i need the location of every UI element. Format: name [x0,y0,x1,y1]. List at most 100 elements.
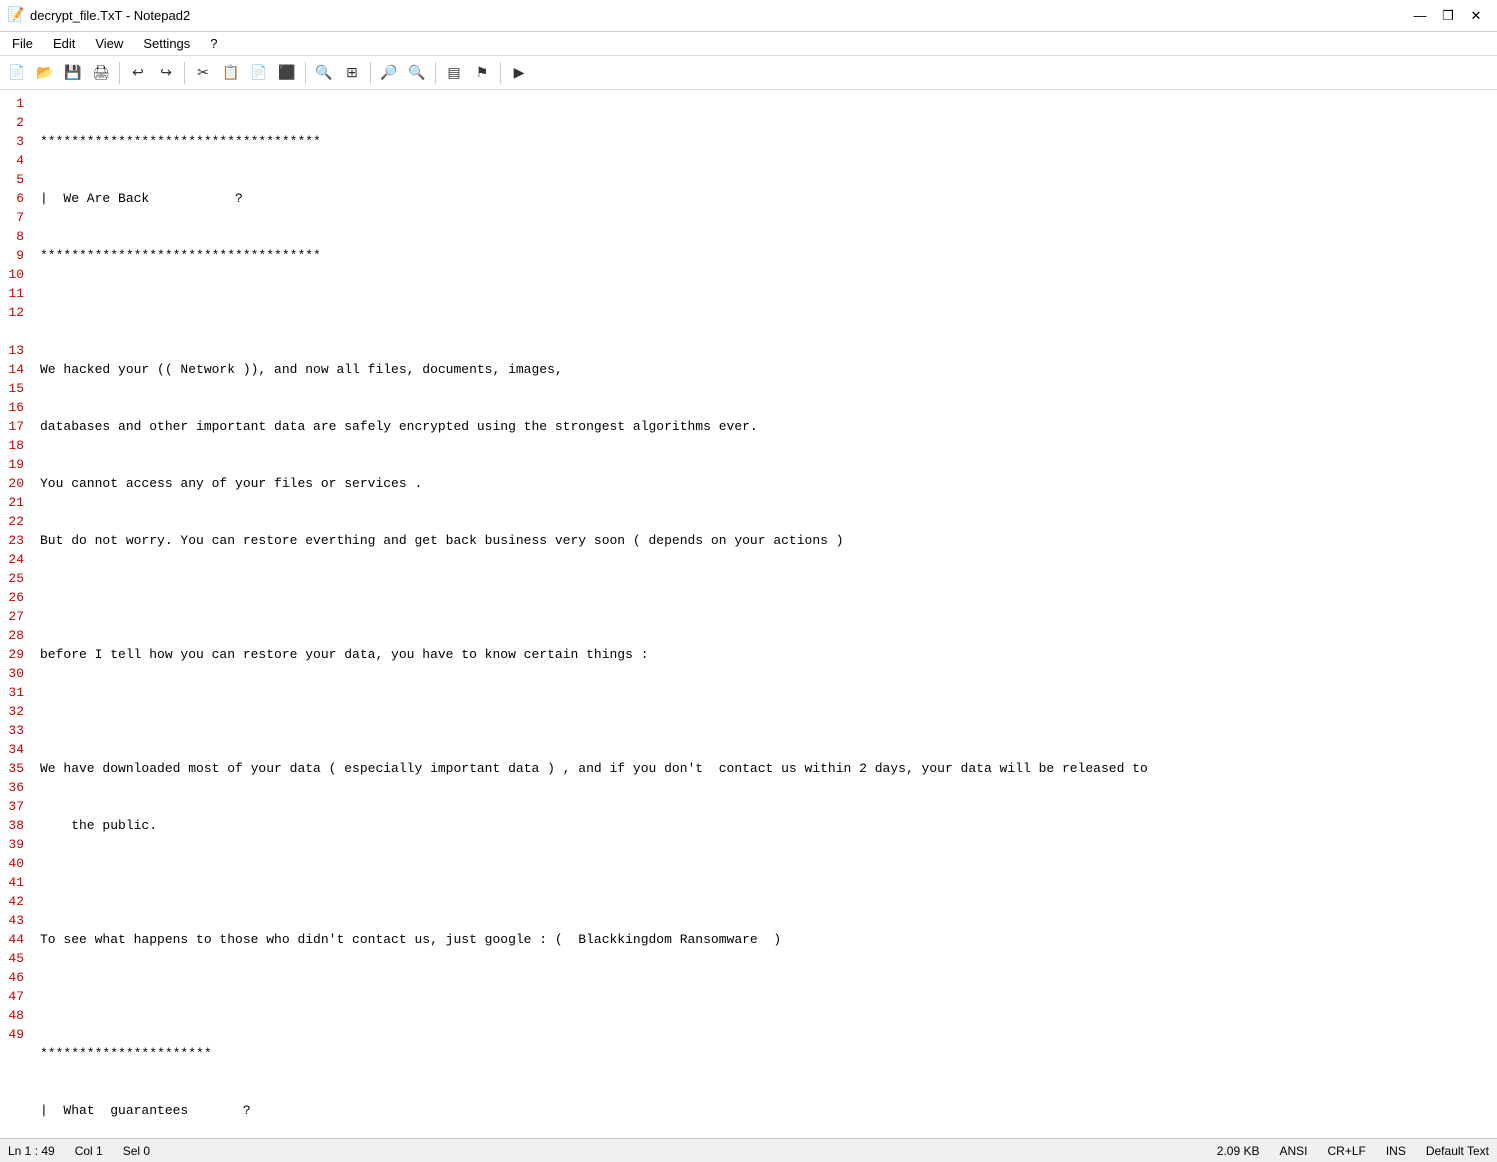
text-line-6: databases and other important data are s… [40,417,1489,436]
ln-16: 16 [4,398,24,417]
toolbar-paste[interactable]: 📄 [246,60,272,86]
ln-30: 30 [4,664,24,683]
toolbar-tool1[interactable]: ▤ [441,60,467,86]
text-line-10: before I tell how you can restore your d… [40,645,1489,664]
toolbar-sep-6 [500,62,501,84]
ln-8: 8 [4,227,24,246]
status-line-ending: CR+LF [1327,1144,1365,1158]
ln-35: 35 [4,759,24,778]
ln-24: 24 [4,550,24,569]
toolbar-sep-1 [119,62,120,84]
ln-2: 2 [4,113,24,132]
close-button[interactable]: ✕ [1463,5,1489,27]
toolbar-sep-3 [305,62,306,84]
toolbar-replace[interactable]: ⊞ [339,60,365,86]
ln-12: 12 [4,303,24,322]
toolbar-zoomout[interactable]: 🔍 [404,60,430,86]
text-line-1: ************************************ [40,132,1489,151]
menu-view[interactable]: View [87,34,131,53]
toolbar-tool2[interactable]: ⚑ [469,60,495,86]
text-line-13 [40,873,1489,892]
ln-10: 10 [4,265,24,284]
ln-9: 9 [4,246,24,265]
toolbar-sep-2 [184,62,185,84]
title-bar: 📝 decrypt_file.TxT - Notepad2 — ❐ ✕ [0,0,1497,32]
ln-45: 45 [4,949,24,968]
ln-40: 40 [4,854,24,873]
ln-38: 38 [4,816,24,835]
toolbar-undo[interactable]: ↩ [125,60,151,86]
text-line-15 [40,987,1489,1006]
ln-31: 31 [4,683,24,702]
text-line-7: You cannot access any of your files or s… [40,474,1489,493]
line-numbers: 1 2 3 4 5 6 7 8 9 10 11 12 13 14 15 16 1… [0,90,32,1138]
ln-7: 7 [4,208,24,227]
text-line-8: But do not worry. You can restore everth… [40,531,1489,550]
ln-19: 19 [4,455,24,474]
status-ins: INS [1386,1144,1406,1158]
editor-content: 1 2 3 4 5 6 7 8 9 10 11 12 13 14 15 16 1… [0,90,1497,1138]
ln-23: 23 [4,531,24,550]
ln-32: 32 [4,702,24,721]
ln-21: 21 [4,493,24,512]
toolbar-run[interactable]: ▶ [506,60,532,86]
status-sel: Sel 0 [123,1144,150,1158]
ln-41: 41 [4,873,24,892]
toolbar-copy[interactable]: 📋 [218,60,244,86]
toolbar-new[interactable]: 📄 [4,60,30,86]
toolbar-zoomin[interactable]: 🔎 [376,60,402,86]
ln-42: 42 [4,892,24,911]
editor-container[interactable]: 1 2 3 4 5 6 7 8 9 10 11 12 13 14 15 16 1… [0,90,1497,1138]
ln-4: 4 [4,151,24,170]
status-encoding: ANSI [1279,1144,1307,1158]
ln-43: 43 [4,911,24,930]
text-line-12: We have downloaded most of your data ( e… [40,759,1489,778]
text-line-17: | What guarantees ? [40,1101,1489,1120]
toolbar-save[interactable]: 💾 [60,60,86,86]
status-size: 2.09 KB [1217,1144,1260,1158]
toolbar-find[interactable]: 🔍 [311,60,337,86]
ln-37: 37 [4,797,24,816]
menu-settings[interactable]: Settings [135,34,198,53]
toolbar-open[interactable]: 📂 [32,60,58,86]
text-line-3: ************************************ [40,246,1489,265]
menu-help[interactable]: ? [202,34,225,53]
menu-file[interactable]: File [4,34,41,53]
status-position: Ln 1 : 49 [8,1144,55,1158]
text-content[interactable]: ************************************ | W… [32,90,1497,1138]
text-line-16: ********************** [40,1044,1489,1063]
toolbar-cut[interactable]: ✂ [190,60,216,86]
text-line-14: To see what happens to those who didn't … [40,930,1489,949]
ln-6: 6 [4,189,24,208]
ln-47: 47 [4,987,24,1006]
ln-28: 28 [4,626,24,645]
ln-29: 29 [4,645,24,664]
ln-49: 49 [4,1025,24,1044]
maximize-button[interactable]: ❐ [1435,5,1461,27]
text-line-9 [40,588,1489,607]
ln-20: 20 [4,474,24,493]
title-bar-controls: — ❐ ✕ [1407,5,1489,27]
status-col: Col 1 [75,1144,103,1158]
menu-edit[interactable]: Edit [45,34,83,53]
ln-27: 27 [4,607,24,626]
toolbar-sep-5 [435,62,436,84]
ln-17: 17 [4,417,24,436]
toolbar-sep-4 [370,62,371,84]
ln-14: 14 [4,360,24,379]
minimize-button[interactable]: — [1407,5,1433,27]
ln-25: 25 [4,569,24,588]
ln-1: 1 [4,94,24,113]
menu-bar: File Edit View Settings ? [0,32,1497,56]
toolbar: 📄 📂 💾 🖨 ↩ ↪ ✂ 📋 📄 ⬛ 🔍 ⊞ 🔎 🔍 ▤ ⚑ ▶ [0,56,1497,90]
text-line-2: | We Are Back ? [40,189,1489,208]
toolbar-print[interactable]: 🖨 [88,60,114,86]
toolbar-selectall[interactable]: ⬛ [274,60,300,86]
text-line-4 [40,303,1489,322]
text-line-12b: the public. [40,816,1489,835]
ln-39: 39 [4,835,24,854]
toolbar-redo[interactable]: ↪ [153,60,179,86]
ln-5: 5 [4,170,24,189]
status-bar: Ln 1 : 49 Col 1 Sel 0 2.09 KB ANSI CR+LF… [0,1138,1497,1162]
ln-33: 33 [4,721,24,740]
